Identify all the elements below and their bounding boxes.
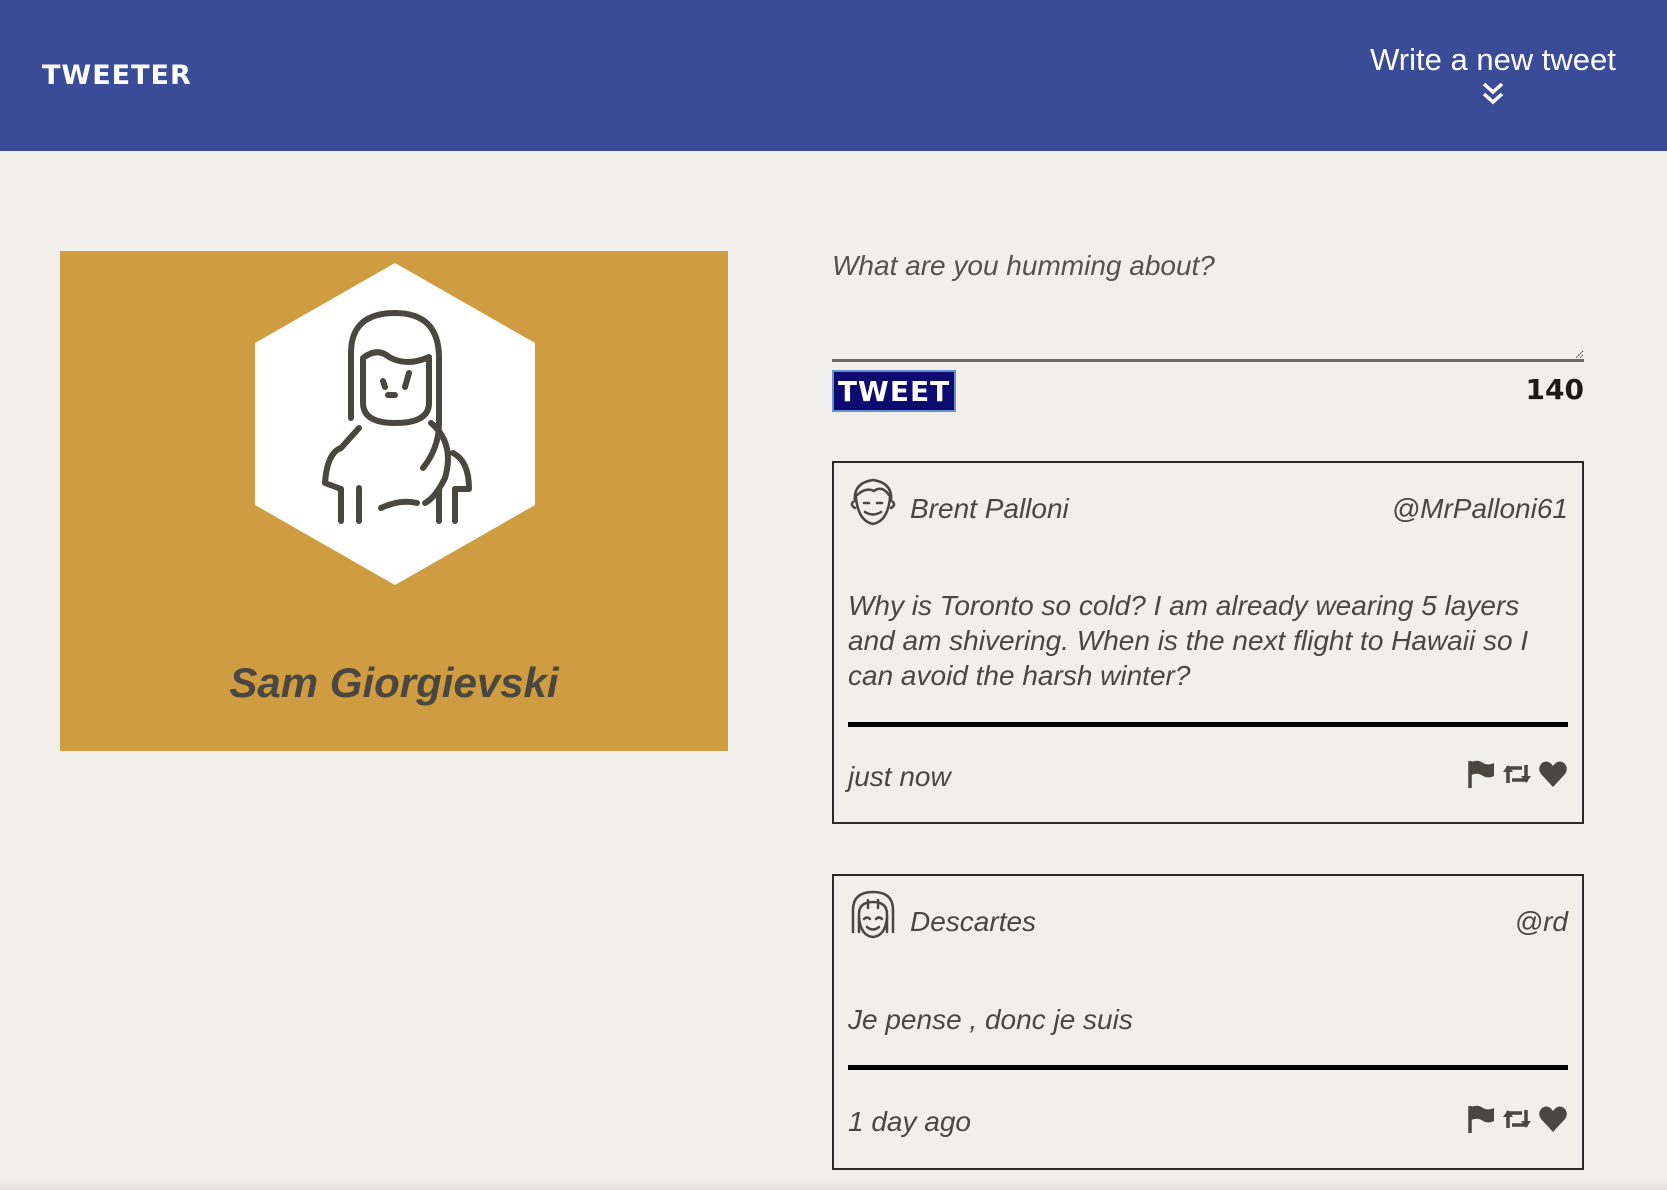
write-new-tweet-label[interactable]: Write a new tweet bbox=[1363, 42, 1623, 78]
tweet-actions bbox=[1466, 759, 1568, 789]
tweet-divider bbox=[848, 722, 1568, 727]
tweet-timestamp: just now bbox=[848, 761, 951, 792]
tweet-author-name[interactable]: Descartes bbox=[910, 906, 1036, 938]
profile-card: Sam Giorgievski bbox=[60, 251, 728, 751]
tweet-card: Brent Palloni @MrPalloni61 Why is Toront… bbox=[832, 461, 1584, 824]
tweet-author-handle[interactable]: @MrPalloni61 bbox=[1392, 493, 1568, 525]
brand-logo[interactable]: TWEETER bbox=[42, 60, 192, 91]
woman-avatar-icon bbox=[851, 890, 895, 939]
flag-icon[interactable] bbox=[1466, 759, 1496, 789]
write-new-tweet-toggle[interactable]: Write a new tweet bbox=[1363, 42, 1623, 108]
tweet-text: Why is Toronto so cold? I am already wea… bbox=[848, 590, 1529, 691]
character-counter: 140 bbox=[1525, 373, 1584, 406]
profile-name: Sam Giorgievski bbox=[229, 659, 559, 706]
tweet-input[interactable] bbox=[832, 240, 1584, 362]
tweet-actions bbox=[1466, 1104, 1568, 1134]
tweet-timestamp: 1 day ago bbox=[848, 1106, 971, 1137]
tweet-submit-button[interactable]: TWEET bbox=[832, 370, 956, 412]
profile-avatar-hexagon bbox=[255, 263, 535, 585]
heart-icon[interactable] bbox=[1538, 759, 1568, 789]
retweet-icon[interactable] bbox=[1502, 759, 1532, 789]
flag-icon[interactable] bbox=[1466, 1104, 1496, 1134]
retweet-icon[interactable] bbox=[1502, 1104, 1532, 1134]
tweet-author-name[interactable]: Brent Palloni bbox=[910, 493, 1069, 525]
tweet-text: Je pense , donc je suis bbox=[848, 1004, 1133, 1035]
man-avatar-icon bbox=[850, 478, 896, 526]
top-navigation-bar: TWEETER Write a new tweet bbox=[0, 0, 1667, 151]
tweet-composer: TWEET 140 bbox=[832, 240, 1584, 412]
double-chevron-down-icon[interactable] bbox=[1479, 80, 1507, 108]
heart-icon[interactable] bbox=[1538, 1104, 1568, 1134]
page-bottom-shadow bbox=[0, 1176, 1667, 1190]
tweet-divider bbox=[848, 1065, 1568, 1070]
tweet-card: Descartes @rd Je pense , donc je suis 1 … bbox=[832, 874, 1584, 1170]
tweet-author-handle[interactable]: @rd bbox=[1515, 906, 1568, 938]
